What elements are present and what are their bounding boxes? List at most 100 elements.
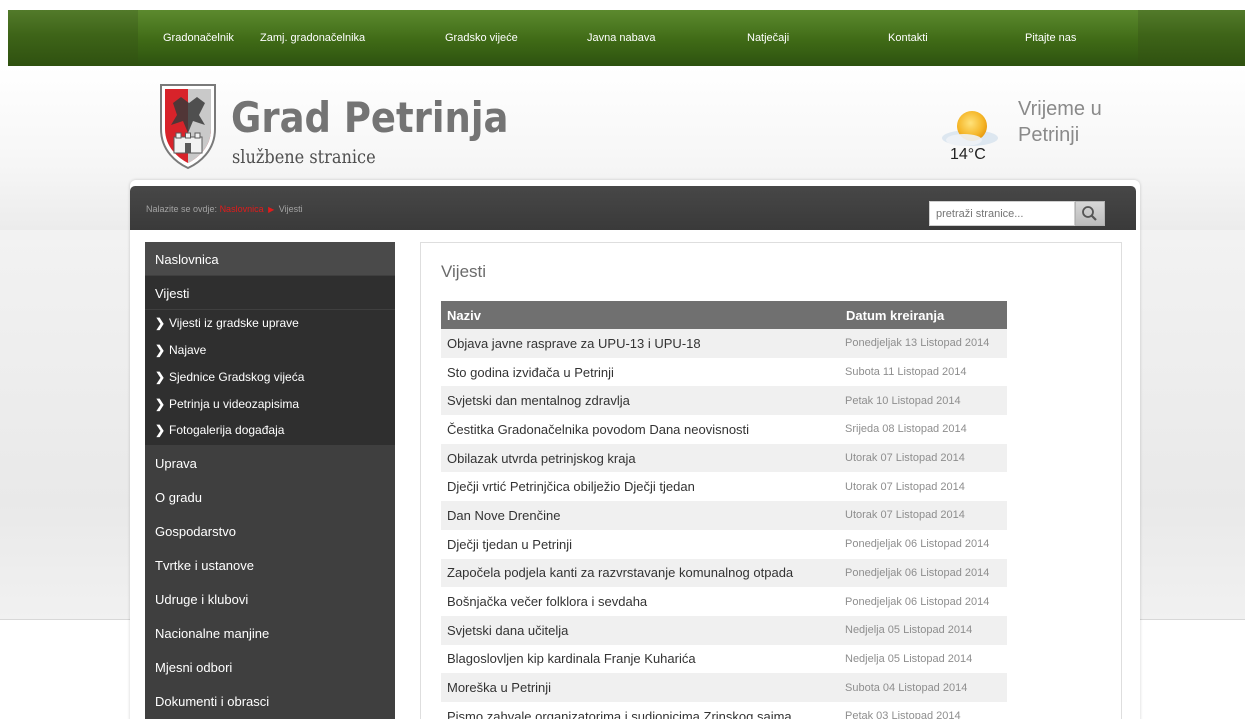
submenu-item[interactable]: ❯ Petrinja u videozapisima xyxy=(155,397,299,417)
news-date: Ponedjeljak 13 Listopad 2014 xyxy=(840,329,1007,358)
left-menu: Naslovnica Vijesti ❯ Vijesti iz gradske u… xyxy=(145,242,395,719)
news-title-link[interactable]: Dan Nove Drenčine xyxy=(441,501,840,530)
news-date: Ponedjeljak 06 Listopad 2014 xyxy=(840,529,1007,559)
breadcrumb: Nalazite se ovdje: Naslovnica ▶ Vijesti xyxy=(146,204,303,214)
news-date: Utorak 07 Listopad 2014 xyxy=(840,472,1007,502)
news-title-link[interactable]: Dječji vrtić Petrinjčica obilježio Dječj… xyxy=(441,472,840,502)
left-backdrop xyxy=(0,230,130,620)
news-title-link[interactable]: Dječji tjedan u Petrinji xyxy=(441,529,840,559)
chevron-right-icon: ❯ xyxy=(155,316,166,330)
table-row[interactable]: Čestitka Gradonačelnika povodom Dana neo… xyxy=(441,415,1007,444)
news-date: Petak 03 Listopad 2014 xyxy=(840,701,1007,719)
news-date: Subota 11 Listopad 2014 xyxy=(840,357,1007,387)
table-header-row: Naziv Datum kreiranja xyxy=(441,301,1007,329)
news-date: Utorak 07 Listopad 2014 xyxy=(840,501,1007,530)
nav-item-gradonacelnik[interactable]: Gradonačelnik xyxy=(163,32,234,44)
city-crest-icon xyxy=(160,84,216,169)
news-title-link[interactable]: Obilazak utvrda petrinjskog kraja xyxy=(441,443,840,473)
breadcrumb-arrow-icon: ▶ xyxy=(268,205,275,214)
menu-item-mjesni-odbori[interactable]: Mjesni odbori xyxy=(145,650,395,683)
menu-item-nacionalne-manjine[interactable]: Nacionalne manjine xyxy=(145,616,395,649)
search-box xyxy=(929,201,1105,226)
table-row[interactable]: Pismo zahvale organizatorima i sudionici… xyxy=(441,701,1007,719)
table-row[interactable]: Svjetski dana učitelja Nedjelja 05 Listop… xyxy=(441,615,1007,645)
site-logo[interactable]: Grad Petrinja službene stranice xyxy=(159,83,508,178)
table-row[interactable]: Moreška u Petrinji Subota 04 Listopad 201… xyxy=(441,673,1007,702)
menu-item-uprava[interactable]: Uprava xyxy=(145,446,395,479)
table-row[interactable]: Sto godina izviđača u Petrinji Subota 11 … xyxy=(441,357,1007,387)
news-table-body: Objava javne rasprave za UPU-13 i UPU-18… xyxy=(441,329,1007,719)
menu-item-vijesti[interactable]: Vijesti xyxy=(145,276,395,309)
nav-item-gradsko-vijece[interactable]: Gradsko vijeće xyxy=(445,32,518,44)
news-title-link[interactable]: Sto godina izviđača u Petrinji xyxy=(441,357,840,387)
right-backdrop xyxy=(1140,230,1245,620)
breadcrumb-current: Vijesti xyxy=(278,204,303,214)
chevron-right-icon: ❯ xyxy=(155,397,166,411)
top-nav-band: Gradonačelnik Zamj. gradonačelnika Grads… xyxy=(8,10,1245,66)
breadcrumb-home-link[interactable]: Naslovnica xyxy=(220,204,264,214)
menu-item-tvrtke-i-ustanove[interactable]: Tvrtke i ustanove xyxy=(145,548,395,581)
chevron-right-icon: ❯ xyxy=(155,423,166,437)
news-title-link[interactable]: Pismo zahvale organizatorima i sudionici… xyxy=(441,701,840,719)
news-date: Ponedjeljak 06 Listopad 2014 xyxy=(840,587,1007,616)
menu-item-udruge-i-klubovi[interactable]: Udruge i klubovi xyxy=(145,582,395,615)
news-date: Srijeda 08 Listopad 2014 xyxy=(840,415,1007,444)
column-header-naziv[interactable]: Naziv xyxy=(441,301,840,329)
submenu-item[interactable]: ❯ Vijesti iz gradske uprave xyxy=(155,316,299,336)
table-row[interactable]: Dječji tjedan u Petrinji Ponedjeljak 06 L… xyxy=(441,529,1007,559)
menu-item-naslovnica[interactable]: Naslovnica xyxy=(145,242,395,275)
submenu-vijesti: ❯ Vijesti iz gradske uprave ❯ Najave ❯ Sjed… xyxy=(145,310,395,445)
table-row[interactable]: Započela podjela kanti za razvrstavanje … xyxy=(441,558,1007,588)
breadcrumb-prefix: Nalazite se ovdje: xyxy=(146,204,218,214)
logo-title: Grad Petrinja xyxy=(231,93,509,142)
search-button[interactable] xyxy=(1075,201,1105,226)
nav-item-javna-nabava[interactable]: Javna nabava xyxy=(587,32,656,44)
news-date: Petak 10 Listopad 2014 xyxy=(840,386,1007,416)
table-row[interactable]: Dječji vrtić Petrinjčica obilježio Dječj… xyxy=(441,472,1007,502)
top-nav: Gradonačelnik Zamj. gradonačelnika Grads… xyxy=(138,10,1138,66)
logo-subtitle: službene stranice xyxy=(232,146,376,168)
chevron-right-icon: ❯ xyxy=(155,370,166,384)
submenu-item[interactable]: ❯ Najave xyxy=(155,343,206,363)
news-title-link[interactable]: Svjetski dan mentalnog zdravlja xyxy=(441,386,840,416)
nav-item-natjecaji[interactable]: Natječaji xyxy=(747,32,789,44)
news-date: Ponedjeljak 06 Listopad 2014 xyxy=(840,558,1007,588)
search-input[interactable] xyxy=(929,201,1075,226)
nav-item-zamj-gradonacelnika[interactable]: Zamj. gradonačelnika xyxy=(260,32,365,44)
news-title-link[interactable]: Svjetski dana učitelja xyxy=(441,615,840,645)
submenu-item[interactable]: ❯ Fotogalerija događaja xyxy=(155,423,284,443)
column-header-datum[interactable]: Datum kreiranja xyxy=(840,301,1007,329)
news-date: Nedjelja 05 Listopad 2014 xyxy=(840,644,1007,674)
table-row[interactable]: Bošnjačka večer folklora i sevdaha Ponedj… xyxy=(441,587,1007,616)
news-date: Subota 04 Listopad 2014 xyxy=(840,673,1007,702)
breadcrumb-bar: Nalazite se ovdje: Naslovnica ▶ Vijesti xyxy=(130,186,1136,230)
menu-item-o-gradu[interactable]: O gradu xyxy=(145,480,395,513)
weather-title[interactable]: Vrijeme u Petrinji xyxy=(1018,96,1133,148)
nav-item-pitajte-nas[interactable]: Pitajte nas xyxy=(1025,32,1076,44)
table-row[interactable]: Svjetski dan mentalnog zdravlja Petak 10 … xyxy=(441,386,1007,416)
weather-temperature: 14°C xyxy=(950,146,986,163)
news-title-link[interactable]: Čestitka Gradonačelnika povodom Dana neo… xyxy=(441,415,840,444)
chevron-right-icon: ❯ xyxy=(155,343,166,357)
news-title-link[interactable]: Objava javne rasprave za UPU-13 i UPU-18 xyxy=(441,329,840,358)
search-icon xyxy=(1082,206,1097,221)
news-date: Nedjelja 05 Listopad 2014 xyxy=(840,615,1007,645)
news-title-link[interactable]: Bošnjačka večer folklora i sevdaha xyxy=(441,587,840,616)
menu-item-gospodarstvo[interactable]: Gospodarstvo xyxy=(145,514,395,547)
submenu-item[interactable]: ❯ Sjednice Gradskog vijeća xyxy=(155,370,304,390)
table-row[interactable]: Obilazak utvrda petrinjskog kraja Utorak … xyxy=(441,443,1007,473)
nav-item-kontakti[interactable]: Kontakti xyxy=(888,32,928,44)
news-date: Utorak 07 Listopad 2014 xyxy=(840,443,1007,473)
page-title: Vijesti xyxy=(441,262,487,281)
news-title-link[interactable]: Blagoslovljen kip kardinala Franje Kuhar… xyxy=(441,644,840,674)
table-row[interactable]: Dan Nove Drenčine Utorak 07 Listopad 2014 xyxy=(441,501,1007,530)
table-row[interactable]: Objava javne rasprave za UPU-13 i UPU-18… xyxy=(441,329,1007,358)
news-title-link[interactable]: Započela podjela kanti za razvrstavanje … xyxy=(441,558,840,588)
top-nav-list: Gradonačelnik Zamj. gradonačelnika Grads… xyxy=(138,10,1138,66)
top-strip xyxy=(0,0,1245,10)
partly-sunny-icon xyxy=(942,111,998,146)
table-row[interactable]: Blagoslovljen kip kardinala Franje Kuhar… xyxy=(441,644,1007,674)
menu-item-dokumenti-i-obrasci[interactable]: Dokumenti i obrasci xyxy=(145,684,395,717)
news-title-link[interactable]: Moreška u Petrinji xyxy=(441,673,840,702)
news-table: Naziv Datum kreiranja Objava javne raspr… xyxy=(441,301,1007,719)
